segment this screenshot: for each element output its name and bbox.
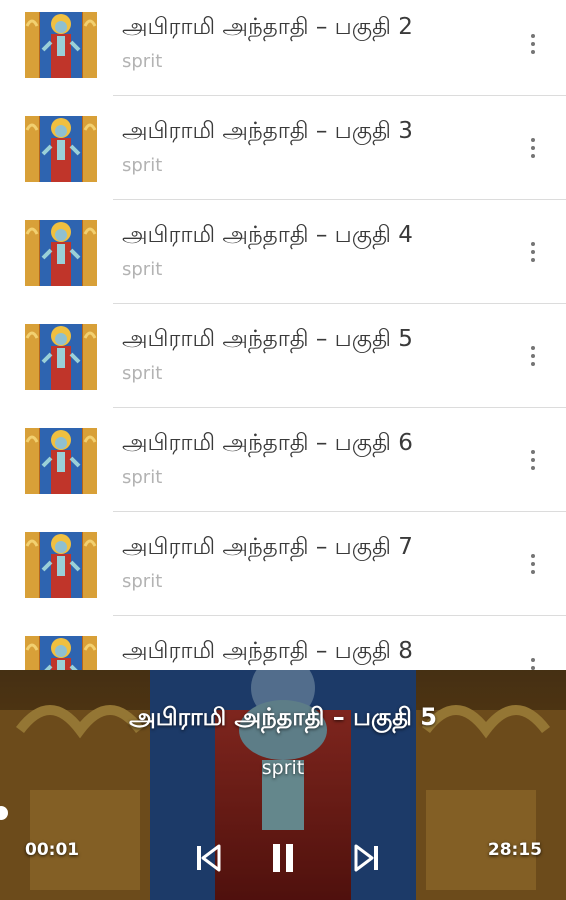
skip-next-icon[interactable]	[349, 840, 385, 876]
track-thumbnail	[25, 220, 97, 286]
more-vert-icon[interactable]	[520, 234, 546, 270]
track-row[interactable]: அபிராமி அந்தாதி – பகுதி 6 sprit	[0, 416, 566, 520]
divider	[113, 303, 566, 304]
track-artist: sprit	[122, 155, 163, 176]
track-thumbnail	[25, 532, 97, 598]
track-row[interactable]: அபிராமி அந்தாதி – பகுதி 3 sprit	[0, 104, 566, 208]
skip-previous-icon[interactable]	[190, 840, 226, 876]
track-artist: sprit	[122, 571, 163, 592]
track-title: அபிராமி அந்தாதி – பகுதி 3	[122, 118, 413, 144]
track-artist: sprit	[122, 51, 163, 72]
now-playing-panel[interactable]: அபிராமி அந்தாதி – பகுதி 5 sprit 00:01 28…	[0, 670, 566, 900]
track-row[interactable]: அபிராமி அந்தாதி – பகுதி 2 sprit	[0, 0, 566, 104]
elapsed-time: 00:01	[25, 840, 80, 860]
track-artist: sprit	[122, 467, 163, 488]
track-thumbnail	[25, 428, 97, 494]
pause-icon[interactable]	[265, 840, 301, 876]
track-title: அபிராமி அந்தாதி – பகுதி 5	[122, 326, 413, 352]
track-title: அபிராமி அந்தாதி – பகுதி 2	[122, 14, 413, 40]
track-artist: sprit	[122, 259, 163, 280]
track-title: அபிராமி அந்தாதி – பகுதி 4	[122, 222, 413, 248]
now-playing-title: அபிராமி அந்தாதி – பகுதி 5	[129, 703, 437, 731]
track-row[interactable]: அபிராமி அந்தாதி – பகுதி 7 sprit	[0, 520, 566, 624]
track-artist: sprit	[122, 363, 163, 384]
total-duration: 28:15	[487, 840, 542, 860]
more-vert-icon[interactable]	[520, 26, 546, 62]
now-playing-artist: sprit	[261, 757, 305, 779]
track-title: அபிராமி அந்தாதி – பகுதி 6	[122, 430, 413, 456]
divider	[113, 95, 566, 96]
track-title: அபிராமி அந்தாதி – பகுதி 8	[122, 638, 413, 664]
more-vert-icon[interactable]	[520, 130, 546, 166]
divider	[113, 615, 566, 616]
more-vert-icon[interactable]	[520, 338, 546, 374]
more-vert-icon[interactable]	[520, 442, 546, 478]
track-thumbnail	[25, 116, 97, 182]
track-row[interactable]: அபிராமி அந்தாதி – பகுதி 5 sprit	[0, 312, 566, 416]
divider	[113, 199, 566, 200]
track-thumbnail	[25, 324, 97, 390]
divider	[113, 511, 566, 512]
track-title: அபிராமி அந்தாதி – பகுதி 7	[122, 534, 413, 560]
more-vert-icon[interactable]	[520, 546, 546, 582]
track-thumbnail	[25, 12, 97, 78]
track-row[interactable]: அபிராமி அந்தாதி – பகுதி 4 sprit	[0, 208, 566, 312]
divider	[113, 407, 566, 408]
